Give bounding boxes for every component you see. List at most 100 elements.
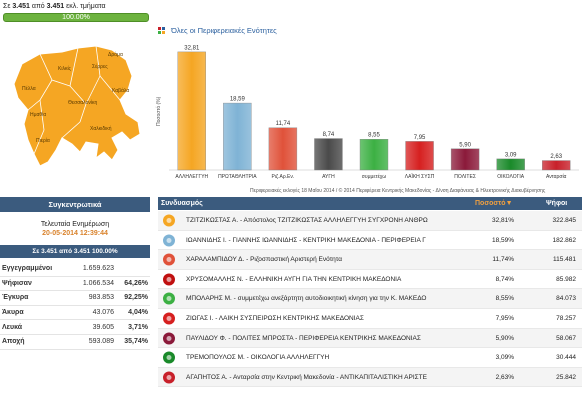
summary-counted-bar: Σε 3.451 από 3.451 100.00% xyxy=(0,245,150,258)
x-tick-label-8: Ανταρσία xyxy=(546,174,567,180)
summary-row-value: 1.659.623 xyxy=(82,265,114,273)
bar-value-label-6: 5,90 xyxy=(459,142,471,148)
bar-value-label-1: 18,59 xyxy=(230,97,246,103)
bar-3[interactable] xyxy=(314,138,343,171)
col-header-percent[interactable]: Ποσοστό▼ xyxy=(475,197,513,210)
party-percent: 5,90% xyxy=(495,334,514,342)
counted-info: Σε 3.451 από 3.451 εκλ. τμήματα xyxy=(3,3,106,10)
bar-7[interactable] xyxy=(496,158,525,171)
bar-8[interactable] xyxy=(542,160,571,171)
summary-row-label: Άκυρα xyxy=(2,309,24,317)
party-votes: 182.862 xyxy=(552,236,577,244)
party-votes: 84.073 xyxy=(556,295,576,303)
results-table-header: Συνδυασμός Ποσοστό▼ Ψήφοι xyxy=(158,197,582,210)
party-logo-icon xyxy=(161,213,177,228)
party-name: ΑΓΑΠΗΤΟΣ Α. - Ανταρσία στην Κεντρική Μακ… xyxy=(186,373,427,381)
table-row[interactable]: ΧΡΥΣΟΜΑΛΛΗΣ Ν. - ΕΛΛΗΝΙΚΗ ΑΥΓΗ ΓΙΑ ΤΗΝ Κ… xyxy=(158,270,582,290)
map-label-serres: Σέρρες xyxy=(92,63,108,70)
table-row[interactable]: ΠΑΥΛΙΔΟΥ Φ. - ΠΟΛΙΤΕΣ ΜΠΡΟΣΤΑ - ΠΕΡΙΦΕΡΕ… xyxy=(158,328,582,349)
bar-2[interactable] xyxy=(268,127,298,171)
table-row[interactable]: ΜΠΟΛΑΡΗΣ Μ. - συμμετέχω ανεξάρτητη αυτοδ… xyxy=(158,289,582,309)
party-votes: 115.481 xyxy=(552,256,576,264)
party-name: ΜΠΟΛΑΡΗΣ Μ. - συμμετέχω ανεξάρτητη αυτοδ… xyxy=(186,295,427,303)
map-label-pieria: Πιερία xyxy=(36,138,50,144)
table-row[interactable]: ΑΓΑΠΗΤΟΣ Α. - Ανταρσία στην Κεντρική Μακ… xyxy=(158,367,582,388)
x-tick-label-1: ΠΡΩΤΑΘΛΗΤΡΙΑ xyxy=(218,174,257,180)
col-header-votes[interactable]: Ψήφοι xyxy=(546,197,567,210)
party-logo-icon xyxy=(161,233,177,248)
party-logo-icon xyxy=(161,370,177,385)
summary-row-label: Ψήφισαν xyxy=(2,279,32,287)
summary-row-percent: 4,04% xyxy=(128,309,148,317)
results-bar-chart: Ποσοστό (%) 32,81 ΑΛΛΗΛΕΓΓΥΗ 18,59 ΠΡΩΤΑΘΛΗΤ… xyxy=(155,45,579,180)
summary-row: Λευκά 39.605 3,71% xyxy=(0,320,150,335)
last-update-time: 20-05-2014 12:39:44 xyxy=(42,230,108,237)
table-row[interactable]: ΤΖΙΤΖΙΚΩΣΤΑΣ Α. - Απόστολος ΤΖΙΤΖΙΚΩΣΤΑΣ… xyxy=(158,211,582,231)
y-axis-label: Ποσοστό (%) xyxy=(155,96,162,126)
party-votes: 58.067 xyxy=(556,334,576,342)
party-votes: 30.444 xyxy=(556,354,576,362)
bar-4[interactable] xyxy=(359,139,389,171)
summary-row-value: 43.076 xyxy=(92,309,114,317)
chart-title-text: Όλες οι Περιφερειακές Ενότητες xyxy=(171,26,277,35)
summary-row: Εγγεγραμμένοι 1.659.623 xyxy=(0,262,150,277)
x-tick-label-0: ΑΛΛΗΛΕΓΓΥΗ xyxy=(175,174,208,180)
map-label-thessaloniki: Θεσσαλονίκη xyxy=(68,100,97,106)
party-votes: 322.845 xyxy=(552,217,577,224)
bar-0[interactable] xyxy=(177,51,206,171)
bar-value-label-5: 7,95 xyxy=(414,135,426,141)
results-table: ΤΖΙΤΖΙΚΩΣΤΑΣ Α. - Απόστολος ΤΖΙΤΖΙΚΩΣΤΑΣ… xyxy=(158,211,582,388)
summary-title: Συγκεντρωτικά xyxy=(0,197,150,212)
summary-row-percent: 3,71% xyxy=(128,323,148,331)
table-row[interactable]: ΙΩΑΝΝΙΔΗΣ Ι. - ΓΙΑΝΝΗΣ ΙΩΑΝΝΙΔΗΣ - ΚΕΝΤΡ… xyxy=(158,231,582,251)
party-percent: 11,74% xyxy=(492,256,514,264)
summary-row-percent: 64,26% xyxy=(124,279,148,287)
bar-1[interactable] xyxy=(223,102,252,171)
party-name: ΠΑΥΛΙΔΟΥ Φ. - ΠΟΛΙΤΕΣ ΜΠΡΟΣΤΑ - ΠΕΡΙΦΕΡΕ… xyxy=(186,334,421,342)
party-percent: 8,74% xyxy=(495,275,514,283)
summary-row-label: Αποχή xyxy=(2,338,25,346)
x-tick-label-2: Ριζ.Αρ.Εν. xyxy=(271,174,294,180)
summary-row-label: Εγγεγραμμένοι xyxy=(2,265,53,273)
chart-footnote: Περιφερειακές εκλογές 18 Μαΐου 2014 / © … xyxy=(250,188,546,194)
party-percent: 18,59% xyxy=(491,236,514,244)
summary-row: Ψήφισαν 1.066.534 64,26% xyxy=(0,277,150,292)
party-logo-icon xyxy=(161,311,177,326)
summary-row: Αποχή 593.089 35,74% xyxy=(0,335,150,350)
party-percent: 3,09% xyxy=(495,354,514,362)
summary-row-value: 983.853 xyxy=(88,294,114,302)
map-label-kilkis: Κιλκίς xyxy=(58,66,72,72)
bar-5[interactable] xyxy=(405,141,434,171)
region-map[interactable]: Σέρρες Κιλκίς Πέλλα Δράμα Θεσσαλονίκη Ημ… xyxy=(0,26,150,184)
party-name: ΤΡΕΜΟΠΟΥΛΟΣ Μ. - ΟΙΚΟΛΟΓΙΑ ΑΛΛΗΛΕΓΓΥΗ xyxy=(186,354,330,362)
summary-row-value: 39.605 xyxy=(92,323,114,331)
summary-row-percent: 35,74% xyxy=(124,338,148,346)
bar-value-label-2: 11,74 xyxy=(276,121,291,127)
summary-row: Έγκυρα 983.853 92,25% xyxy=(0,291,150,306)
summary-row: Άκυρα 43.076 4,04% xyxy=(0,306,150,321)
party-logo-icon xyxy=(161,331,177,346)
x-tick-label-4: συμμετέχω xyxy=(362,173,387,180)
party-name: ΙΩΑΝΝΙΔΗΣ Ι. - ΓΙΑΝΝΗΣ ΙΩΑΝΝΙΔΗΣ - ΚΕΝΤΡ… xyxy=(186,236,426,244)
col-header-name[interactable]: Συνδυασμός xyxy=(161,197,203,210)
bar-value-label-3: 8,74 xyxy=(323,132,335,138)
party-logo-icon xyxy=(161,291,177,306)
summary-row-percent: 92,25% xyxy=(124,294,148,302)
chart-title: Όλες οι Περιφερειακές Ενότητες xyxy=(158,26,277,35)
x-tick-label-3: ΑΥΓΗ xyxy=(322,174,335,180)
bar-6[interactable] xyxy=(450,148,480,171)
table-row[interactable]: ΤΡΕΜΟΠΟΥΛΟΣ Μ. - ΟΙΚΟΛΟΓΙΑ ΑΛΛΗΛΕΓΓΥΗ 3,0… xyxy=(158,348,582,368)
party-name: ΧΑΡΑΛΑΜΠΙΔΟΥ Δ. - Ριζοσπαστική Αριστερή … xyxy=(186,256,343,264)
table-row[interactable]: ΖΙΩΓΑΣ Ι. - ΛΑΪΚΗ ΣΥΣΠΕΙΡΩΣΗ ΚΕΝΤΡΙΚΗΣ Μ… xyxy=(158,309,582,329)
summary-row-label: Λευκά xyxy=(2,323,23,331)
party-percent: 8,55% xyxy=(495,295,514,303)
party-name: ΖΙΩΓΑΣ Ι. - ΛΑΪΚΗ ΣΥΣΠΕΙΡΩΣΗ ΚΕΝΤΡΙΚΗΣ Μ… xyxy=(186,314,364,322)
table-row[interactable]: ΧΑΡΑΛΑΜΠΙΔΟΥ Δ. - Ριζοσπαστική Αριστερή … xyxy=(158,250,582,270)
chart-icon xyxy=(158,27,165,35)
map-label-pella: Πέλλα xyxy=(22,85,36,92)
party-percent: 7,95% xyxy=(495,314,514,322)
map-label-imathia: Ημαθία xyxy=(30,112,46,118)
party-percent: 32,81% xyxy=(491,217,514,224)
map-label-chalkidiki: Χαλκιδική xyxy=(90,125,112,132)
summary-row-value: 1.066.534 xyxy=(82,279,114,287)
